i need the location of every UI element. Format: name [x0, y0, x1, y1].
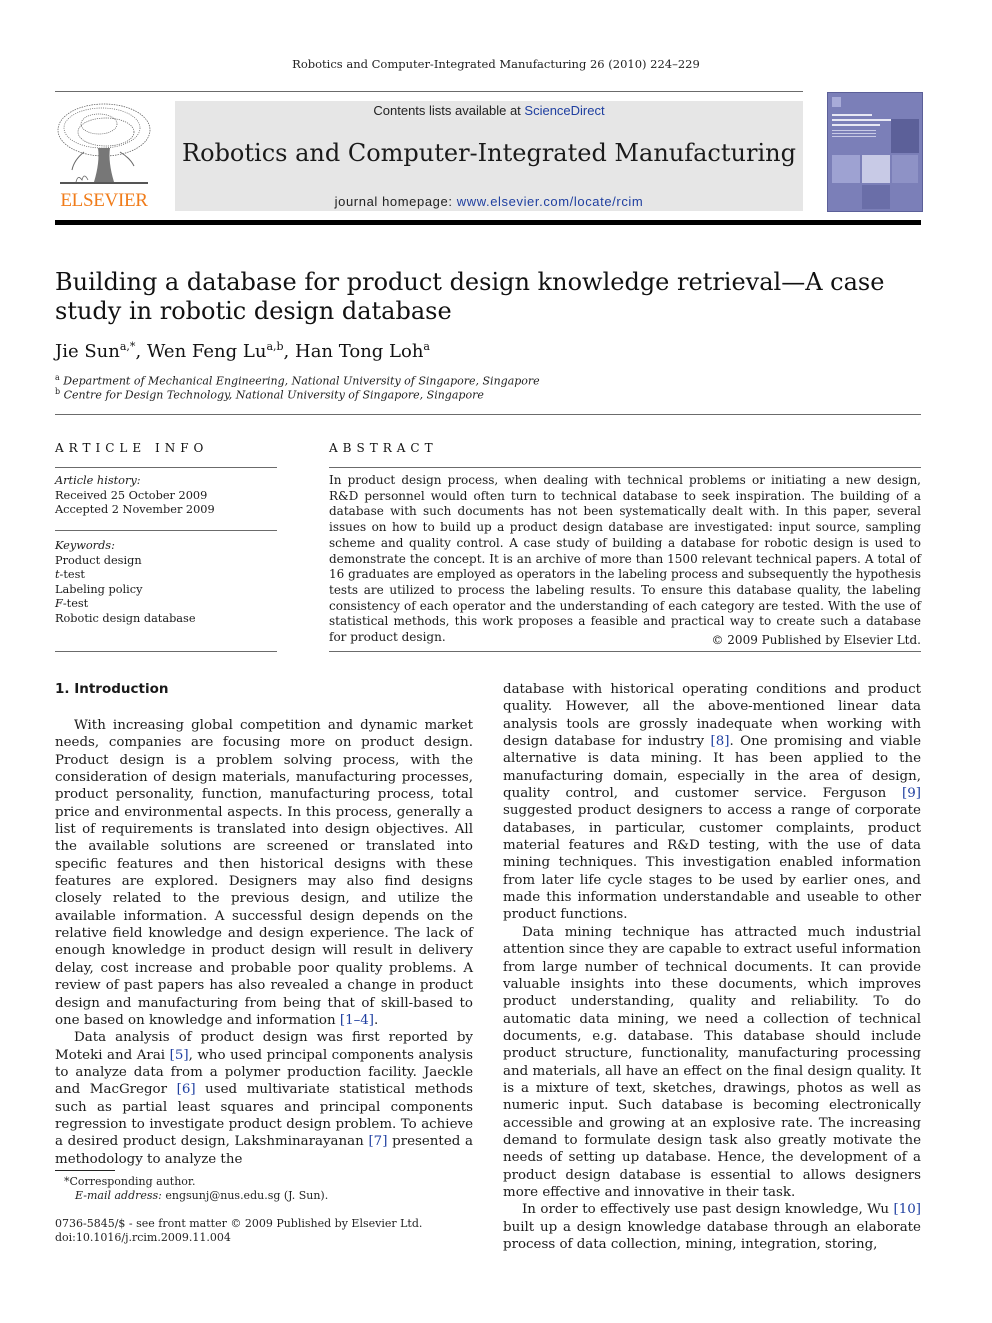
article-title: Building a database for product design k…: [55, 268, 885, 325]
citation-link[interactable]: [6]: [177, 1082, 196, 1097]
abstract-text: In product design process, when dealing …: [329, 473, 921, 645]
keyword-text: Labeling policy: [55, 582, 143, 596]
corresponding-author-note: *Corresponding author.: [64, 1175, 195, 1188]
issn-line: 0736-5845/$ - see front matter © 2009 Pu…: [55, 1217, 423, 1230]
email-suffix: (J. Sun).: [280, 1189, 329, 1202]
article-info-rule: [55, 467, 277, 468]
keyword-item: Labeling policy: [55, 583, 277, 598]
email-note: E-mail address: engsunj@nus.edu.sg (J. S…: [75, 1189, 328, 1202]
accepted-date: Accepted 2 November 2009: [55, 503, 215, 516]
affiliation-text: Centre for Design Technology, National U…: [63, 388, 484, 402]
author-affil-mark: a,b: [266, 340, 284, 353]
paragraph-text: built up a design knowledge database thr…: [503, 1219, 921, 1252]
cover-title-line: [832, 124, 880, 126]
history-label: Article history:: [55, 474, 141, 487]
cover-subtitle-line: [832, 133, 876, 134]
sciencedirect-link[interactable]: ScienceDirect: [524, 103, 604, 118]
received-date: Received 25 October 2009: [55, 488, 208, 502]
author-list: Jie Suna,*, Wen Feng Lua,b, Han Tong Loh…: [55, 340, 430, 362]
affiliation-mark: b: [55, 387, 61, 396]
paragraph: With increasing global competition and d…: [55, 717, 473, 1029]
keyword-text: Product design: [55, 553, 142, 567]
homepage-link[interactable]: www.elsevier.com/locate/rcim: [457, 194, 644, 209]
keyword-text: -test: [59, 568, 85, 581]
contents-line: Contents lists available at ScienceDirec…: [175, 103, 803, 118]
paragraph-text: In order to effectively use past design …: [522, 1202, 894, 1218]
cover-title-line: [832, 114, 872, 116]
cover-photo: [892, 155, 918, 183]
body-column-right: database with historical operating condi…: [503, 681, 921, 1253]
footnote-text: Corresponding author.: [69, 1175, 196, 1188]
cover-photo: [862, 155, 890, 183]
cover-logo-icon: [832, 97, 841, 107]
keyword-text: Robotic design database: [55, 611, 196, 625]
author-affil-mark: a,*: [119, 340, 136, 353]
paragraph: Data analysis of product design was firs…: [55, 1029, 473, 1168]
email-label: E-mail address:: [75, 1189, 162, 1202]
contents-prefix: Contents lists available at: [373, 103, 525, 118]
citation-link[interactable]: [5]: [170, 1048, 189, 1063]
author-name[interactable]: Han Tong Loh: [295, 341, 423, 362]
affiliation: b Centre for Design Technology, National…: [55, 387, 484, 402]
keyword-item: t-test: [55, 568, 277, 583]
article-history: Article history: Received 25 October 200…: [55, 474, 277, 518]
keyword-item: F-test: [55, 597, 277, 612]
journal-title: Robotics and Computer-Integrated Manufac…: [182, 139, 796, 167]
affiliation-text: Department of Mechanical Engineering, Na…: [63, 374, 540, 388]
cover-photo: [832, 155, 860, 183]
header-bottom-rule: [55, 220, 921, 225]
journal-banner: Contents lists available at ScienceDirec…: [175, 101, 803, 211]
author-name[interactable]: Jie Sun: [55, 341, 120, 362]
section-heading-introduction: 1. Introduction: [55, 681, 169, 697]
cover-photo: [891, 119, 919, 153]
elsevier-tree-icon: [57, 103, 151, 184]
doi-link[interactable]: doi:10.1016/j.rcim.2009.11.004: [55, 1231, 231, 1244]
citation-link[interactable]: [7]: [368, 1134, 387, 1149]
affiliation-mark: a: [55, 373, 60, 382]
keyword-item: Robotic design database: [55, 612, 277, 627]
citation-link[interactable]: [8]: [710, 734, 729, 749]
citation-link[interactable]: [10]: [894, 1202, 922, 1217]
author-affil-mark: a: [423, 340, 430, 353]
keyword-text: -test: [62, 597, 89, 610]
affiliation: a Department of Mechanical Engineering, …: [55, 373, 540, 388]
cover-photo: [862, 185, 890, 209]
paragraph: In order to effectively use past design …: [503, 1201, 921, 1253]
keywords-block: Keywords: Product design t-test Labeling…: [55, 539, 277, 626]
email-link[interactable]: engsunj@nus.edu.sg: [165, 1189, 280, 1202]
journal-cover-image: [827, 92, 923, 212]
abstract-top-rule: [329, 467, 921, 468]
cover-title-line: [832, 119, 896, 121]
paragraph: database with historical operating condi…: [503, 681, 921, 924]
paragraph-text: With increasing global competition and d…: [55, 718, 473, 1028]
paragraph-text: suggested product designers to access a …: [503, 803, 921, 923]
elsevier-logo: ELSEVIER: [54, 100, 154, 212]
header-top-rule: [55, 91, 803, 92]
body-column-left: With increasing global competition and d…: [55, 717, 473, 1168]
history-rule: [55, 530, 277, 531]
footnote-rule: [55, 1170, 115, 1171]
elsevier-wordmark: ELSEVIER: [60, 190, 148, 211]
abstract-copyright: © 2009 Published by Elsevier Ltd.: [711, 633, 921, 647]
abstract-heading: ABSTRACT: [329, 441, 438, 455]
abstract-bottom-rule: [329, 651, 921, 652]
keyword-item: Product design: [55, 554, 277, 569]
homepage-line: journal homepage: www.elsevier.com/locat…: [175, 194, 803, 209]
running-head: Robotics and Computer-Integrated Manufac…: [292, 57, 700, 71]
paragraph-text: .: [374, 1012, 379, 1028]
homepage-prefix: journal homepage:: [334, 194, 457, 209]
affiliation-rule: [55, 414, 921, 415]
cover-subtitle-line: [832, 130, 876, 131]
keywords-label: Keywords:: [55, 539, 115, 552]
paragraph: Data mining technique has attracted much…: [503, 924, 921, 1200]
citation-link[interactable]: [9]: [902, 786, 921, 801]
author-name[interactable]: Wen Feng Lu: [147, 341, 267, 362]
keyword-italic: F: [55, 597, 63, 610]
citation-link[interactable]: [1–4]: [340, 1013, 374, 1028]
keywords-rule: [55, 651, 277, 652]
cover-subtitle-line: [832, 136, 876, 137]
article-info-heading: ARTICLE INFO: [55, 441, 209, 455]
